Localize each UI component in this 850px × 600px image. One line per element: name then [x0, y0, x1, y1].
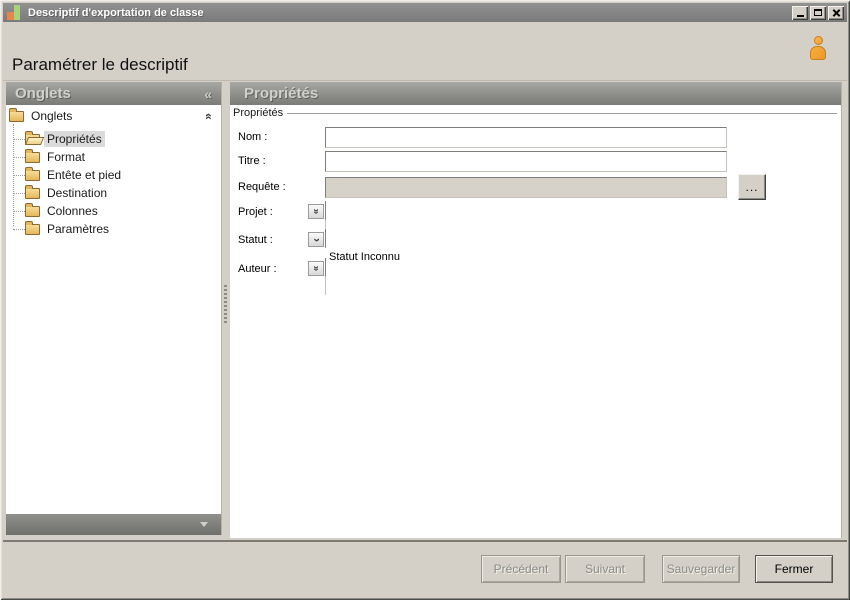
folder-icon — [9, 107, 24, 122]
nom-label: Nom : — [238, 131, 268, 143]
folder-icon — [25, 148, 40, 163]
maximize-button[interactable] — [810, 5, 826, 20]
user-icon — [808, 36, 828, 68]
nom-input[interactable] — [325, 127, 727, 148]
window-title: Descriptif d'exportation de classe — [28, 6, 204, 19]
chevron-double-down-icon: « — [310, 266, 321, 271]
requete-input — [325, 177, 727, 198]
tree-item-colonnes[interactable]: Colonnes — [6, 202, 221, 220]
collapse-sidebar-icon[interactable]: « — [204, 86, 212, 102]
folder-icon — [25, 166, 40, 181]
main-panel-header: Propriétés — [230, 82, 841, 105]
minimize-button[interactable] — [792, 5, 808, 20]
sidebar-header: Onglets « — [6, 82, 221, 105]
fermer-button[interactable]: Fermer — [755, 555, 833, 583]
main-panel: Propriétés Propriétés Nom : Titre : Requ… — [230, 82, 842, 538]
collapse-tree-icon[interactable]: « — [202, 113, 216, 119]
dialog-window: Descriptif d'exportation de classe Param… — [0, 0, 850, 600]
tree-items: Propriétés Format Entête et pied Destina… — [6, 124, 221, 238]
projet-dropdown-button[interactable]: « — [308, 204, 324, 219]
window-controls — [792, 5, 844, 20]
tree-item-format[interactable]: Format — [6, 148, 221, 166]
suivant-button: Suivant — [565, 555, 645, 583]
sidebar: Onglets « Onglets « Propriétés Format En… — [6, 82, 222, 535]
chevron-down-icon: ‹ — [309, 237, 323, 242]
tree-item-destination[interactable]: Destination — [6, 184, 221, 202]
page-header: Paramétrer le descriptif — [3, 22, 847, 81]
titre-input[interactable] — [325, 151, 727, 172]
tree-root-label: Onglets — [31, 109, 73, 123]
titre-label: Titre : — [238, 155, 266, 167]
splitter-handle[interactable] — [224, 285, 227, 323]
user-icon-head — [813, 36, 823, 45]
sidebar-header-title: Onglets — [15, 85, 71, 102]
minimize-icon — [796, 15, 804, 17]
group-box-line — [287, 113, 837, 114]
tree-item-parametres[interactable]: Paramètres — [6, 220, 221, 238]
title-bar[interactable]: Descriptif d'exportation de classe — [3, 3, 847, 22]
app-icon-orange-block — [7, 11, 14, 20]
tree-item-proprietes[interactable]: Propriétés — [6, 130, 221, 148]
folder-icon — [25, 220, 40, 235]
tree-root-onglets[interactable]: Onglets « — [6, 105, 221, 127]
sauvegarder-button: Sauvegarder — [662, 555, 740, 583]
footer-bar: Précédent Suivant Sauvegarder Fermer — [3, 540, 847, 597]
requete-label: Requête : — [238, 181, 286, 193]
folder-icon — [25, 202, 40, 217]
app-icon[interactable] — [7, 4, 21, 21]
maximize-icon — [814, 9, 822, 16]
precedent-button: Précédent — [481, 555, 561, 583]
user-icon-body — [810, 46, 826, 60]
proprietes-form: Propriétés Nom : Titre : Requête : ... P… — [230, 105, 841, 538]
page-title: Paramétrer le descriptif — [12, 55, 188, 74]
statut-dropdown-button[interactable]: ‹ — [308, 232, 324, 247]
auteur-dropdown-button[interactable]: « — [308, 261, 324, 276]
main-panel-title: Propriétés — [244, 85, 319, 102]
requete-browse-button[interactable]: ... — [738, 174, 766, 200]
close-icon — [832, 9, 840, 17]
scroll-down-icon[interactable] — [200, 522, 208, 527]
group-box-legend: Propriétés — [233, 107, 837, 119]
onglets-tree: Onglets « Propriétés Format Entête et pi… — [6, 105, 221, 514]
chevron-double-down-icon: « — [310, 209, 321, 214]
app-icon-green-block — [14, 4, 20, 20]
auteur-combo[interactable]: « — [308, 258, 326, 295]
sidebar-bottom-bar[interactable] — [6, 514, 221, 535]
folder-icon — [25, 184, 40, 199]
open-folder-icon — [25, 130, 40, 145]
tree-item-entete-et-pied[interactable]: Entête et pied — [6, 166, 221, 184]
close-button[interactable] — [828, 5, 844, 20]
